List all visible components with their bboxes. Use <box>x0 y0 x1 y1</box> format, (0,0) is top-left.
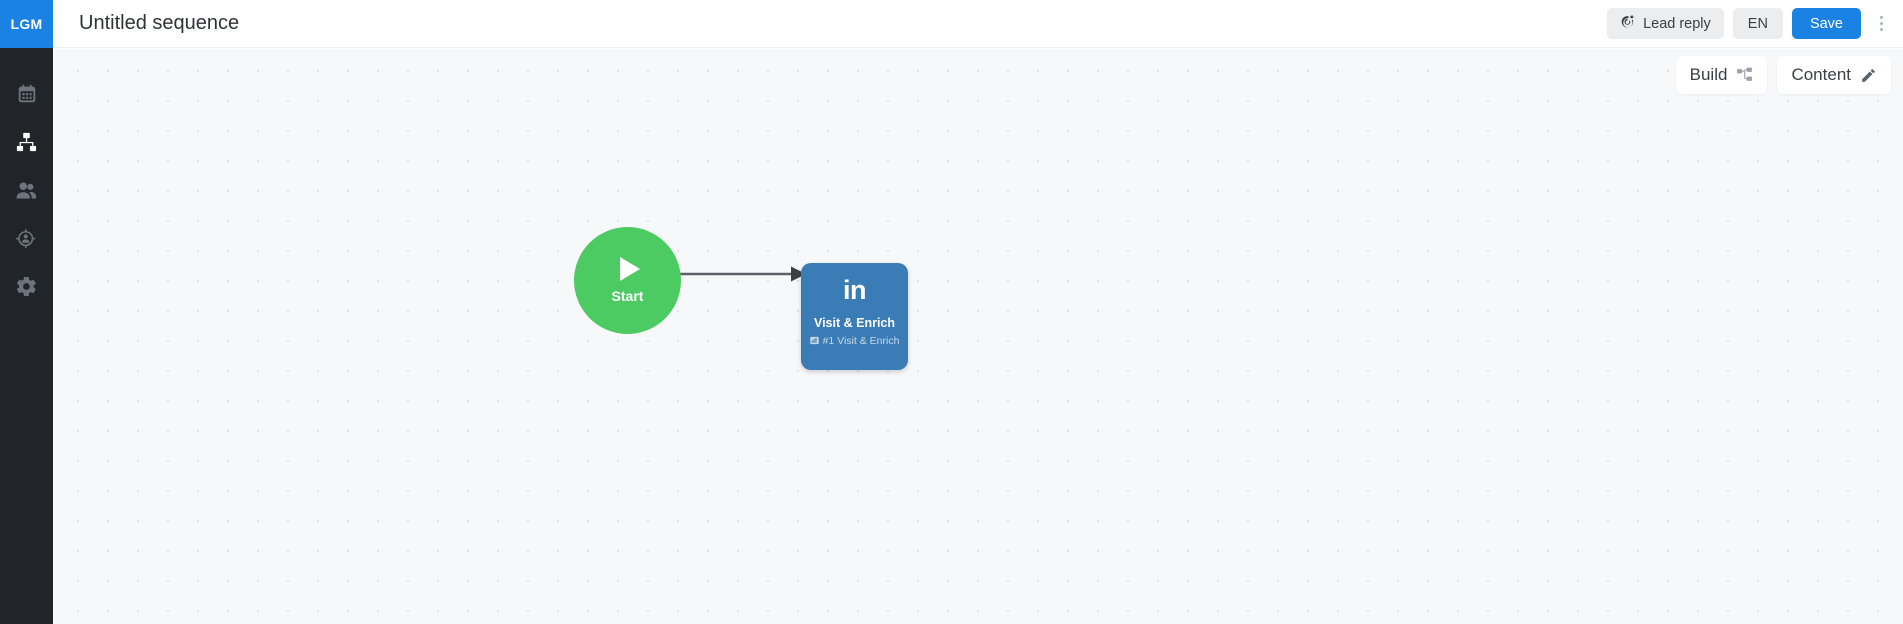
app-logo-text: LGM <box>10 16 43 32</box>
tab-build[interactable]: Build <box>1675 56 1768 94</box>
top-header: Untitled sequence Lead reply EN Save <box>53 0 1903 48</box>
sidebar-nav <box>0 48 53 310</box>
sidebar-item-calendar[interactable] <box>0 70 53 118</box>
sidebar-item-settings[interactable] <box>0 262 53 310</box>
gear-icon <box>15 275 38 298</box>
main-area: Untitled sequence Lead reply EN Save Bui… <box>53 0 1903 624</box>
language-label: EN <box>1747 15 1768 32</box>
flow-diagram: Start in Visit & Enrich #1 Visit & Enric… <box>53 49 1903 624</box>
lead-reply-label: Lead reply <box>1643 15 1711 32</box>
language-button[interactable]: EN <box>1732 8 1783 39</box>
sitemap-icon <box>15 131 38 154</box>
bullseye-target-icon <box>1620 14 1636 34</box>
lead-reply-button[interactable]: Lead reply <box>1607 8 1724 39</box>
mode-tabs: Build Content <box>1675 56 1891 94</box>
sidebar-item-sequences[interactable] <box>0 118 53 166</box>
start-node-label: Start <box>611 288 644 304</box>
tab-build-label: Build <box>1689 65 1728 84</box>
page-title: Untitled sequence <box>79 12 240 34</box>
sidebar: LGM <box>0 0 53 624</box>
step-node-subtitle-row: #1 Visit & Enrich <box>809 334 900 347</box>
calendar-icon <box>16 83 38 105</box>
save-button[interactable]: Save <box>1791 8 1861 39</box>
kebab-menu-icon[interactable] <box>1867 7 1895 41</box>
app-root: LGM Untitled sequence Lead reply EN Save… <box>0 0 1903 624</box>
flow-canvas[interactable]: Build Content Start in Visit & Enrich #1… <box>53 49 1903 624</box>
header-actions: Lead reply EN Save <box>1607 7 1903 41</box>
step-node-visit-enrich[interactable]: in Visit & Enrich #1 Visit & Enrich <box>801 263 908 370</box>
app-logo[interactable]: LGM <box>0 0 53 48</box>
save-label: Save <box>1809 15 1843 32</box>
sidebar-item-leads[interactable] <box>0 214 53 262</box>
play-icon <box>620 257 640 281</box>
chart-icon <box>809 336 819 345</box>
target-person-icon <box>15 227 38 250</box>
start-node[interactable]: Start <box>574 227 681 334</box>
linkedin-icon: in <box>843 275 867 305</box>
tab-content[interactable]: Content <box>1777 56 1891 94</box>
people-icon <box>15 179 38 202</box>
sitemap-icon <box>1736 67 1753 84</box>
connector-start-to-step <box>665 266 806 282</box>
step-node-title: Visit & Enrich <box>813 316 896 330</box>
step-node-subtitle: #1 Visit & Enrich <box>822 334 900 347</box>
tab-content-label: Content <box>1791 65 1851 84</box>
pencil-icon <box>1860 67 1877 84</box>
sidebar-item-people[interactable] <box>0 166 53 214</box>
